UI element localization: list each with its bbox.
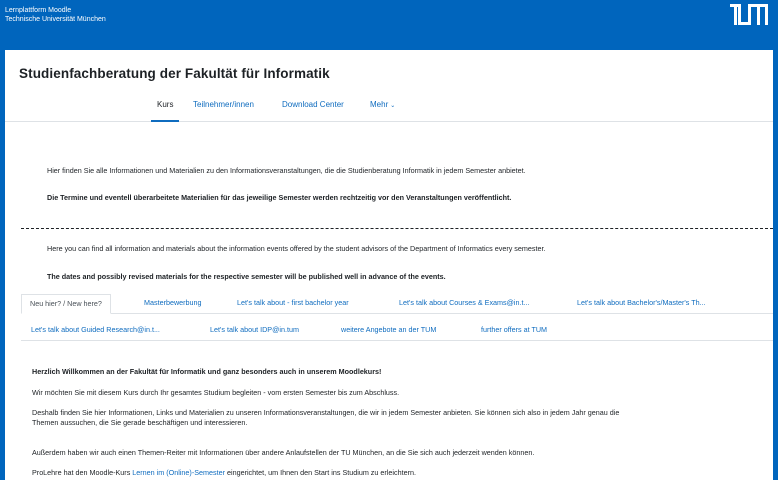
site-brand[interactable]: Lernplattform Moodle Technische Universi… [5,6,106,24]
link-lernen-im-online-semester[interactable]: Lernen im (Online)-Semester [132,468,225,477]
paragraph-1: Wir möchten Sie mit diesem Kurs durch Ih… [32,388,400,397]
course-page: Studienfachberatung der Fakultät für Inf… [5,50,773,480]
tabs-bottom-divider [21,340,773,341]
tab-guided-research[interactable]: Let's talk about Guided Research@in.t... [31,325,160,334]
nav-more-label: Mehr [370,100,389,109]
tab-courses-exams[interactable]: Let's talk about Courses & Exams@in.t... [399,298,530,307]
tab-first-bachelor-year[interactable]: Let's talk about - first bachelor year [237,298,349,307]
tabs-divider [21,313,773,314]
tab-bachelor-master-thesis[interactable]: Let's talk about Bachelor's/Master's Th.… [577,298,706,307]
nav-item-participants[interactable]: Teilnehmer/innen [193,100,254,114]
brand-line-1: Lernplattform Moodle [5,7,72,14]
tab-further-offers[interactable]: further offers at TUM [481,325,547,334]
nav-item-kurs[interactable]: Kurs [150,100,181,122]
welcome-heading: Herzlich Willkommen an der Fakultät für … [32,367,382,376]
paragraph-4-start: ProLehre hat den Moodle-Kurs [32,468,133,477]
paragraph-4-end: eingerichtet, um Ihnen den Start ins Stu… [224,468,416,477]
intro-text-en: Here you can find all information and ma… [47,244,546,253]
section-tabs: Neu hier? / New here? Masterbewerbung Le… [21,294,773,342]
nav-item-download-center[interactable]: Download Center [282,100,344,114]
tab-idp[interactable]: Let's talk about IDP@in.tum [210,325,299,334]
top-header-bar: Lernplattform Moodle Technische Universi… [0,0,778,50]
nav-item-more[interactable]: Mehr ⌄ [370,100,395,114]
tab-new-here[interactable]: Neu hier? / New here? [21,294,111,314]
paragraph-2-line-1: Deshalb finden Sie hier Informationen, L… [32,408,620,417]
tab-masterbewerbung[interactable]: Masterbewerbung [144,298,202,307]
intro-text-de: Hier finden Sie alle Informationen und M… [47,166,526,175]
paragraph-2-line-2: Themen aussuchen, die Sie gerade beschäf… [32,418,248,427]
paragraph-4: ProLehre hat den Moodle-Kurs Lernen im (… [32,468,416,477]
chevron-down-icon: ⌄ [390,103,396,109]
page-title: Studienfachberatung der Fakultät für Inf… [19,66,330,81]
secondary-navigation: Kurs Teilnehmer/innen Download Center Me… [5,98,773,122]
tum-logo[interactable] [730,4,768,26]
intro-notice-en: The dates and possibly revised materials… [47,272,446,281]
brand-line-2: Technische Universität München [5,16,106,23]
paragraph-3: Außerdem haben wir auch einen Themen-Rei… [32,448,535,457]
divider [21,228,773,229]
intro-notice-de: Die Termine und eventell überarbeitete M… [47,193,512,202]
tab-weitere-angebote[interactable]: weitere Angebote an der TUM [341,325,436,334]
